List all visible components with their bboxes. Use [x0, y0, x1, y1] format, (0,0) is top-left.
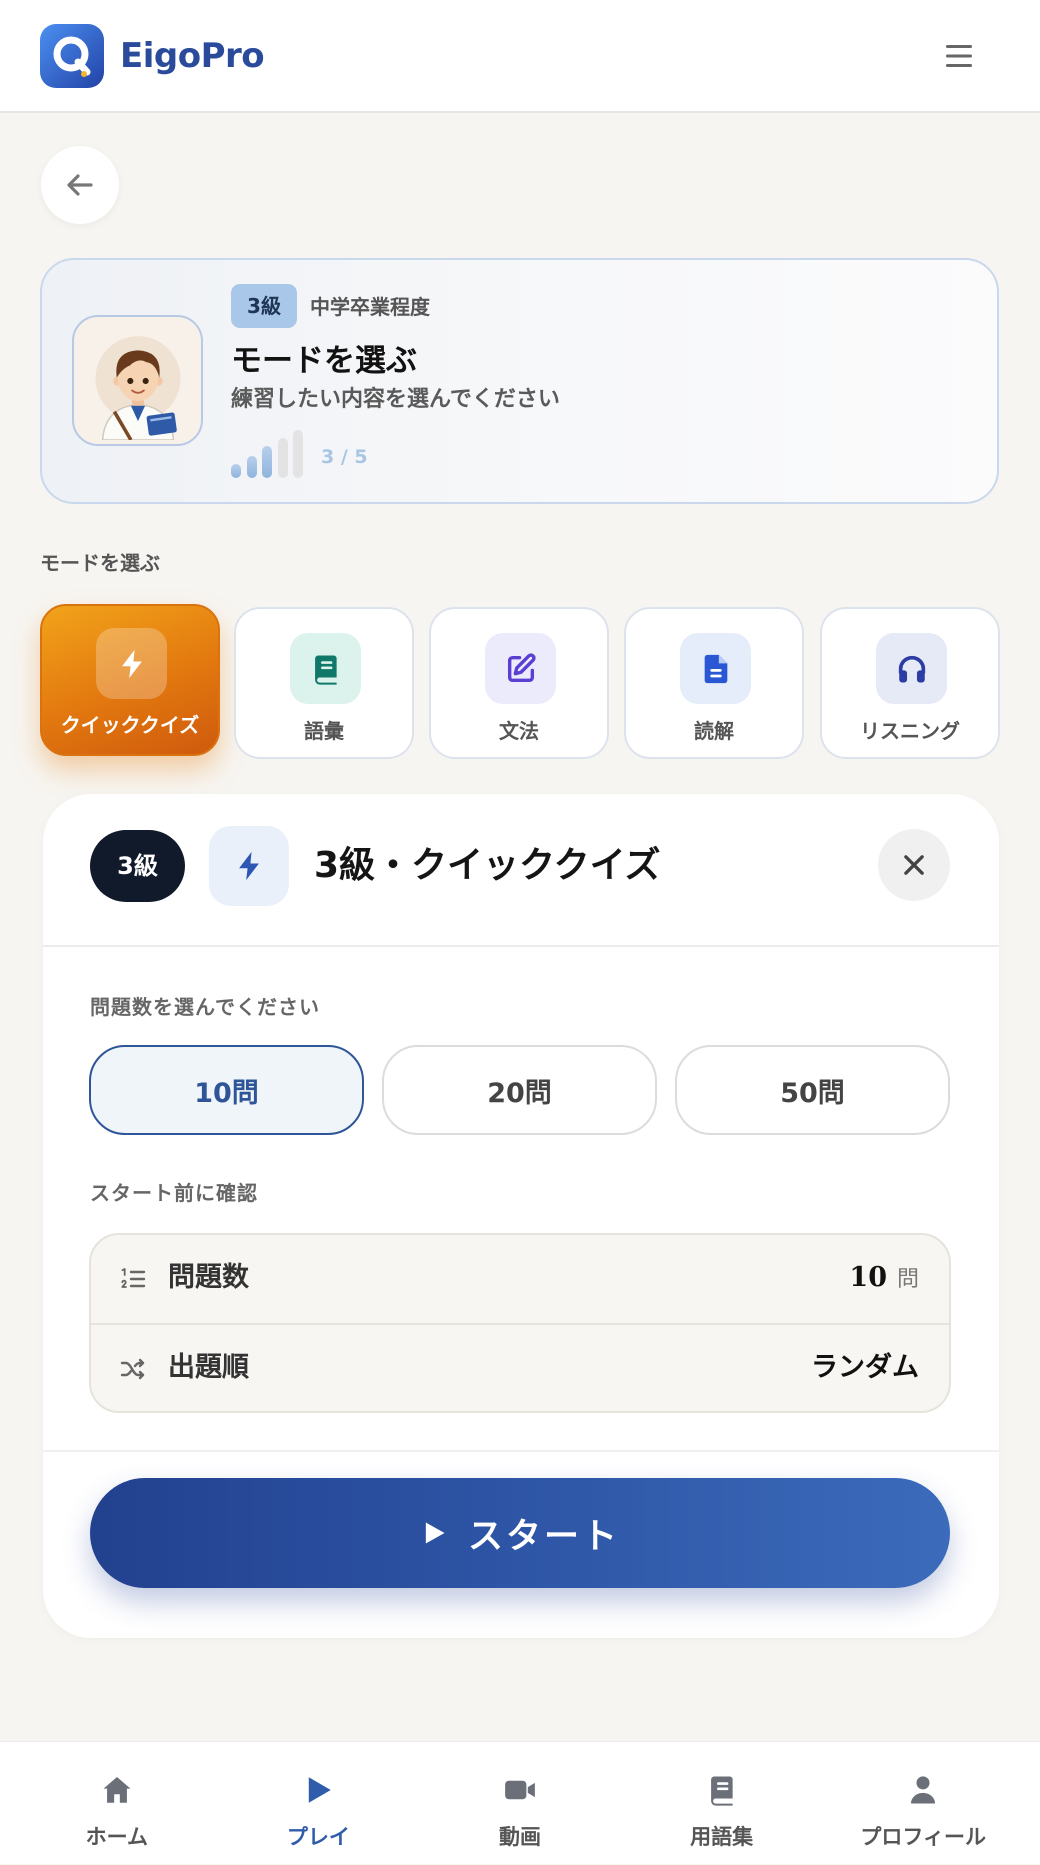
level-progress-bar: [293, 430, 303, 478]
hamburger-menu-icon[interactable]: [944, 42, 976, 70]
nav-item-home[interactable]: ホーム: [16, 1742, 218, 1865]
nav-label: 用語集: [690, 1825, 754, 1849]
lightning-icon: [209, 826, 289, 906]
book-icon: [290, 633, 361, 704]
start-label: スタート: [467, 1516, 620, 1557]
arrow-left-icon: [67, 174, 93, 196]
panel-header: 3級 3級・クイッククイズ: [43, 794, 999, 947]
app-header: EigoPro: [0, 0, 1040, 113]
summary-label: 問題数: [168, 1262, 249, 1293]
user-icon: [911, 1776, 936, 1804]
brand-name[interactable]: EigoPro: [120, 35, 265, 77]
level-progress-bar: [231, 464, 241, 478]
list-ordered-icon: [121, 1268, 146, 1288]
nav-item-video[interactable]: 動画: [419, 1742, 621, 1865]
mode-tile-label: 語彙: [304, 719, 344, 743]
question-count-prompt: 問題数を選んでください: [90, 995, 320, 1019]
level-progress-bar: [262, 446, 272, 478]
nav-label: 動画: [498, 1825, 541, 1849]
level-progress-bars: [231, 430, 303, 478]
shuffle-icon: [120, 1358, 145, 1380]
grade-level-text: 中学卒業程度: [310, 295, 430, 319]
level-hero-card: 3級 中学卒業程度 モードを選ぶ 練習したい内容を選んでください 3 / 5: [40, 258, 999, 504]
page-subtitle: 練習したい内容を選んでください: [231, 387, 560, 412]
eigopro-logo-icon[interactable]: [40, 24, 104, 88]
summary-count-value: 10: [849, 1262, 887, 1293]
mode-tile-quick-quiz[interactable]: クイッククイズ: [40, 604, 220, 756]
grade-badge: 3級: [231, 284, 297, 328]
confirm-label: スタート前に確認: [90, 1181, 258, 1205]
count-option-20[interactable]: 20問: [382, 1045, 657, 1135]
play-icon: [425, 1522, 445, 1544]
grade-badge: 3級: [90, 830, 185, 902]
count-option-10[interactable]: 10問: [89, 1045, 364, 1135]
nav-item-glossary[interactable]: 用語集: [621, 1742, 823, 1865]
home-icon: [103, 1776, 131, 1803]
nav-label: プレイ: [286, 1825, 350, 1849]
summary-count-unit: 問: [896, 1267, 919, 1292]
page-title: モードを選ぶ: [231, 343, 417, 379]
document-icon: [680, 633, 751, 704]
close-button[interactable]: [878, 829, 950, 901]
nav-item-play[interactable]: プレイ: [218, 1742, 420, 1865]
mode-tile-label: クイッククイズ: [60, 713, 200, 737]
start-button[interactable]: スタート: [90, 1478, 950, 1588]
panel-title: 3級・クイッククイズ: [314, 845, 661, 886]
headphones-icon: [876, 633, 947, 704]
nav-item-profile[interactable]: プロフィール: [822, 1742, 1024, 1865]
bottom-nav: ホーム プレイ 動画 用語集 プロフィール: [0, 1741, 1040, 1864]
summary-label: 出題順: [168, 1352, 249, 1383]
summary-value: 10 問: [849, 1261, 919, 1297]
panel-footer-divider: [43, 1450, 999, 1452]
summary-value: ランダム: [811, 1352, 919, 1383]
summary-row-count: 問題数 10 問: [91, 1235, 949, 1323]
count-option-50[interactable]: 50問: [675, 1045, 950, 1135]
summary-row-order: 出題順 ランダム: [91, 1323, 949, 1411]
quiz-setup-panel: 3級 3級・クイッククイズ 問題数を選んでください 10問 20問 50問 スタ…: [43, 794, 999, 1638]
mode-tile-label: 読解: [694, 719, 734, 743]
mode-tile-label: リスニング: [860, 719, 960, 743]
close-icon: [904, 855, 924, 875]
play-icon: [309, 1777, 332, 1803]
back-button[interactable]: [41, 146, 119, 224]
mode-tile-vocabulary[interactable]: 語彙: [234, 607, 414, 759]
book-icon: [710, 1776, 733, 1806]
nav-label: プロフィール: [860, 1825, 986, 1849]
mode-tile-listening[interactable]: リスニング: [820, 607, 1000, 759]
level-progress-bar: [277, 438, 288, 478]
mode-tile-reading[interactable]: 読解: [624, 607, 804, 759]
nav-label: ホーム: [85, 1825, 148, 1849]
lightning-icon: [96, 628, 167, 699]
video-camera-icon: [505, 1780, 535, 1800]
mode-tile-label: 文法: [499, 719, 539, 743]
level-progress-bar: [246, 456, 257, 478]
quiz-summary: 問題数 10 問 出題順 ランダム: [89, 1233, 951, 1413]
pencil-square-icon: [485, 633, 556, 704]
student-avatar-icon: [72, 315, 203, 446]
level-progress-label: 3 / 5: [321, 446, 368, 468]
mode-tile-grammar[interactable]: 文法: [429, 607, 609, 759]
mode-section-label: モードを選ぶ: [40, 551, 160, 575]
